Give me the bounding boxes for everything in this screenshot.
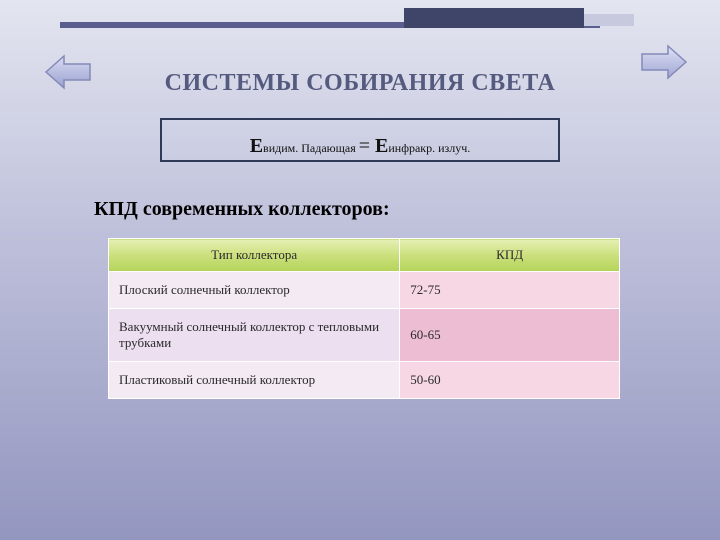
cell-eff: 50-60 [400,362,620,399]
formula-E1: Е [250,135,263,157]
table-row: Вакуумный солнечный коллектор с тепловым… [109,309,620,362]
formula-sub2: инфракр. излуч. [388,141,470,155]
table-row: Пластиковый солнечный коллектор 50-60 [109,362,620,399]
cell-eff: 72-75 [400,272,620,309]
page-title: СИСТЕМЫ СОБИРАНИЯ СВЕТА [0,70,720,97]
cell-type: Пластиковый солнечный коллектор [109,362,400,399]
subtitle: КПД современных коллекторов: [94,198,390,221]
th-type: Тип коллектора [109,239,400,272]
cell-eff: 60-65 [400,309,620,362]
decor-bar-dark [404,8,584,28]
table-header-row: Тип коллектора КПД [109,239,620,272]
cell-type: Плоский солнечный коллектор [109,272,400,309]
cell-type: Вакуумный солнечный коллектор с тепловым… [109,309,400,362]
formula-E2: Е [375,135,388,157]
th-eff: КПД [400,239,620,272]
decor-bar-light [584,14,634,26]
formula-box: Евидим. Падающая = Еинфракр. излуч. [160,118,560,162]
table-row: Плоский солнечный коллектор 72-75 [109,272,620,309]
collector-table: Тип коллектора КПД Плоский солнечный кол… [108,238,620,399]
formula-eq: = [359,135,375,157]
formula-sub1: видим. Падающая [263,141,359,155]
